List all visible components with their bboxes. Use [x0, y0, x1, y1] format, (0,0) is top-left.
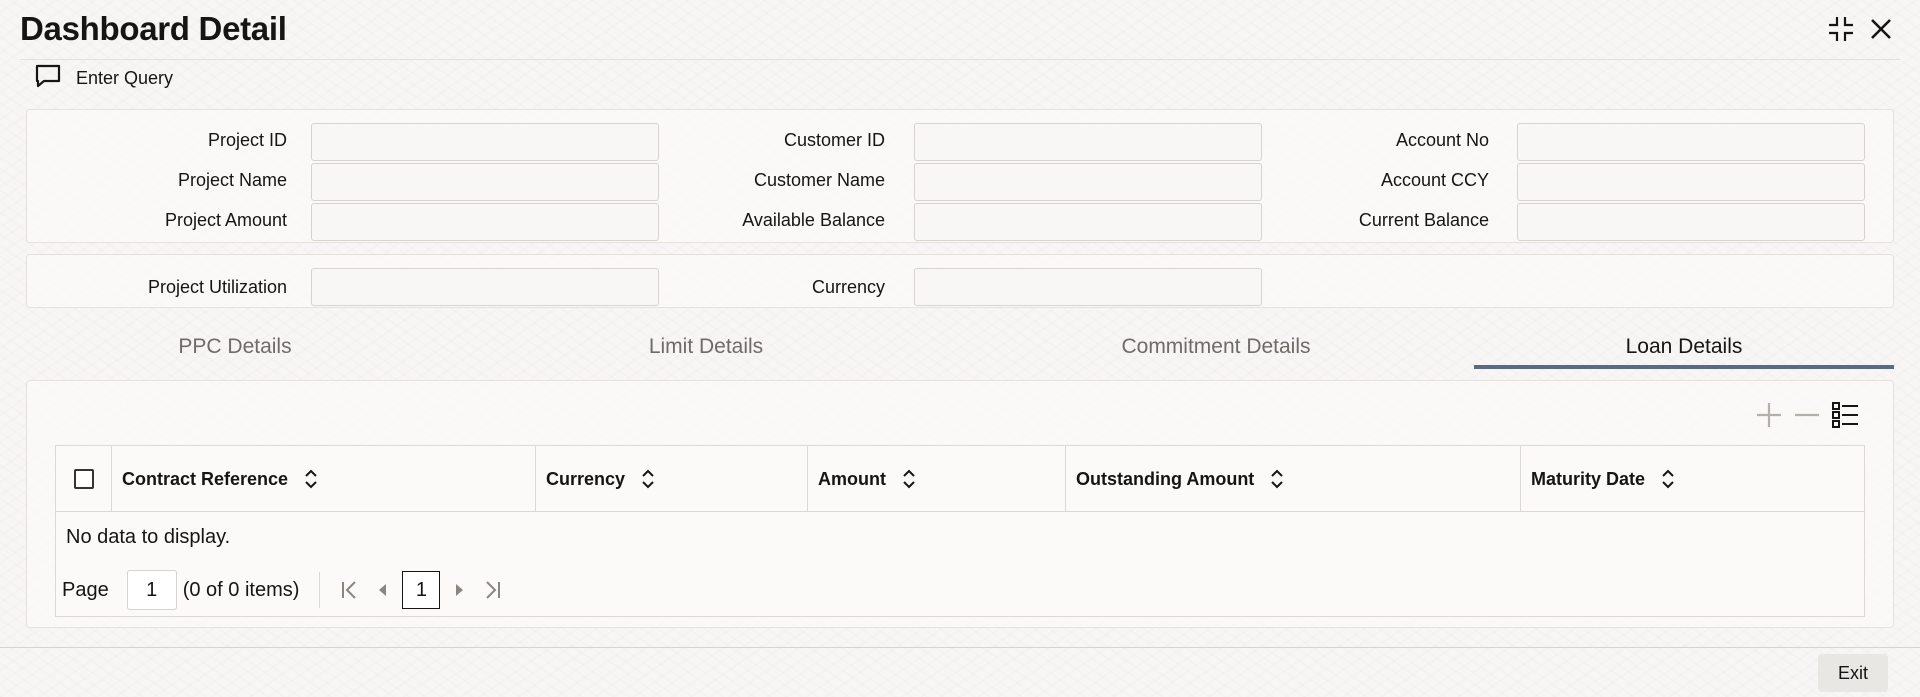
column-label: Amount — [818, 468, 886, 489]
delete-row-icon[interactable] — [1791, 399, 1823, 431]
column-label: Contract Reference — [122, 468, 289, 489]
utilization-panel: Project Utilization Currency — [26, 254, 1894, 308]
sort-icon[interactable] — [1270, 469, 1284, 489]
close-icon[interactable] — [1864, 12, 1898, 46]
account-no-label: Account No — [1395, 130, 1489, 150]
project-utilization-input[interactable] — [311, 268, 659, 306]
customer-name-label: Customer Name — [753, 170, 885, 190]
toolbar: Enter Query — [20, 62, 187, 94]
customer-id-input[interactable] — [914, 123, 1262, 161]
footer-divider — [0, 647, 1920, 648]
select-all-column — [56, 446, 112, 512]
project-amount-label: Project Amount — [164, 210, 287, 230]
page-label: Page — [62, 578, 109, 601]
loan-details-panel: Contract Reference Currency Amount Outst… — [26, 380, 1894, 628]
current-balance-label: Current Balance — [1358, 210, 1489, 230]
column-label: Currency — [546, 468, 626, 489]
active-tab-indicator — [1474, 365, 1894, 369]
loan-details-table: Contract Reference Currency Amount Outst… — [55, 445, 1865, 617]
page-title: Dashboard Detail — [20, 10, 287, 47]
currency-input[interactable] — [914, 268, 1262, 306]
detail-tabs: PPC Details Limit Details Commitment Det… — [26, 324, 1894, 369]
next-page-icon[interactable] — [444, 574, 476, 606]
tab-label: Loan Details — [1625, 334, 1743, 358]
project-name-label: Project Name — [177, 170, 287, 190]
column-currency[interactable]: Currency — [536, 446, 808, 512]
tab-label: Commitment Details — [1121, 334, 1311, 358]
column-outstanding-amount[interactable]: Outstanding Amount — [1066, 446, 1521, 512]
select-all-checkbox[interactable] — [73, 469, 94, 489]
collapse-icon[interactable] — [1824, 12, 1858, 46]
sort-icon[interactable] — [1661, 469, 1675, 489]
tab-limit-details[interactable]: Limit Details — [456, 324, 956, 369]
project-utilization-label: Project Utilization — [147, 277, 287, 297]
customer-name-input[interactable] — [914, 163, 1262, 201]
header-divider — [20, 59, 1900, 60]
sort-icon[interactable] — [304, 469, 318, 489]
pagination: Page 1 (0 of 0 items) 1 — [62, 570, 508, 610]
account-no-input[interactable] — [1517, 123, 1865, 161]
tab-label: Limit Details — [648, 334, 764, 358]
tab-commitment-details[interactable]: Commitment Details — [966, 324, 1466, 369]
tab-loan-details[interactable]: Loan Details — [1474, 324, 1894, 369]
table-header: Contract Reference Currency Amount Outst… — [56, 446, 1864, 512]
project-amount-input[interactable] — [311, 203, 659, 241]
add-row-icon[interactable] — [1753, 399, 1785, 431]
page-number-input[interactable]: 1 — [126, 570, 177, 610]
first-page-icon[interactable] — [334, 574, 366, 606]
currency-label: Currency — [811, 277, 885, 297]
current-balance-input[interactable] — [1517, 203, 1865, 241]
pager-divider — [319, 572, 321, 608]
single-record-view-icon[interactable] — [1829, 399, 1861, 431]
column-label: Outstanding Amount — [1076, 468, 1255, 489]
last-page-icon[interactable] — [476, 574, 508, 606]
window-header: Dashboard Detail — [0, 0, 1920, 60]
project-name-input[interactable] — [311, 163, 659, 201]
project-id-input[interactable] — [311, 123, 659, 161]
account-ccy-label: Account CCY — [1380, 170, 1489, 190]
sort-icon[interactable] — [641, 469, 655, 489]
chat-bubble-icon — [34, 63, 62, 94]
empty-message: No data to display. — [66, 526, 231, 548]
available-balance-input[interactable] — [914, 203, 1262, 241]
items-summary: (0 of 0 items) — [182, 578, 300, 601]
sort-icon[interactable] — [902, 469, 916, 489]
exit-button[interactable]: Exit — [1818, 654, 1888, 692]
tab-ppc-details[interactable]: PPC Details — [26, 324, 444, 369]
enter-query-label: Enter Query — [76, 67, 174, 88]
header-fields-panel: Project ID Project Name Project Amount C… — [26, 109, 1894, 243]
project-id-label: Project ID — [207, 130, 287, 150]
column-maturity-date[interactable]: Maturity Date — [1521, 446, 1864, 512]
column-amount[interactable]: Amount — [808, 446, 1066, 512]
customer-id-label: Customer ID — [783, 130, 885, 150]
column-label: Maturity Date — [1531, 468, 1646, 489]
column-contract-reference[interactable]: Contract Reference — [112, 446, 536, 512]
available-balance-label: Available Balance — [742, 210, 885, 230]
current-page-button[interactable]: 1 — [402, 571, 441, 609]
enter-query-button[interactable]: Enter Query — [20, 62, 187, 94]
tab-label: PPC Details — [178, 334, 292, 358]
previous-page-icon[interactable] — [366, 574, 398, 606]
account-ccy-input[interactable] — [1517, 163, 1865, 201]
